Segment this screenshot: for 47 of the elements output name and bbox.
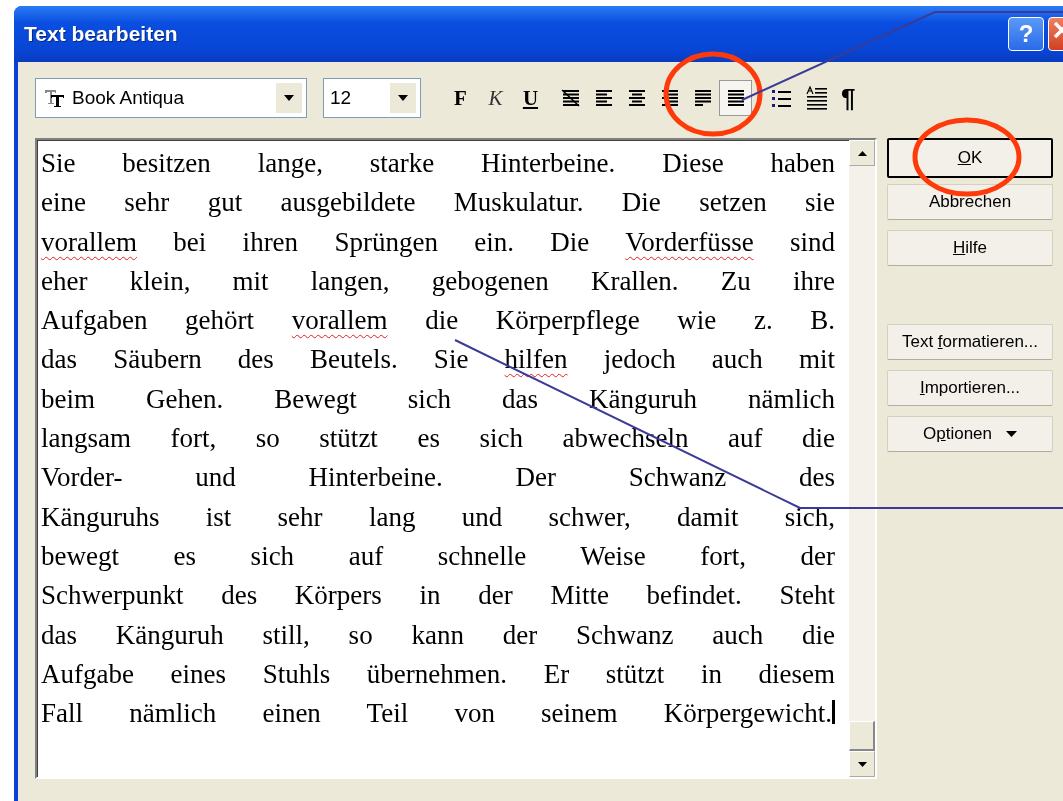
down-arrow-icon [857,761,867,767]
underline-button[interactable]: U [515,82,546,114]
dialog-button[interactable]: Text formatieren... [887,324,1053,360]
text-line: das Känguruh still, so kann der Schwanz auch die [41,618,835,652]
scrollbar[interactable] [849,140,875,777]
align-none-icon [560,89,581,107]
bullet-list-icon [771,87,793,109]
align-right-icon [659,89,680,107]
dialog-button[interactable]: OK [887,138,1053,178]
caret-icon [1006,431,1017,437]
text-line: Fall nämlich einen Teil von seinem Körpergewicht. [41,694,835,734]
italic-button[interactable]: K [480,82,511,114]
align-full-button[interactable] [719,80,752,116]
font-size: 12 [330,87,353,109]
align-full-icon [725,89,746,107]
align-justify-icon [692,89,713,107]
dialog-button[interactable]: Importieren... [887,370,1053,406]
text-line: beim Gehen. Bewegt sich das Känguruh nämlich [41,382,835,416]
truetype-icon [44,88,66,108]
text-editor[interactable] [35,138,877,779]
window-title: Text bearbeiten [23,22,179,46]
heading-lines-icon [805,86,829,110]
options-menu-button[interactable]: Optionen [887,416,1053,452]
text-line: Aufgabe eines Stuhls übernehmen. Er stützt in diesem [41,657,835,691]
font-name: Book Antiqua [72,87,185,109]
scroll-up-button[interactable] [849,140,875,166]
align-left-icon [593,89,614,107]
text-line: eine sehr gut ausgebildete Muskulatur. Die setzen sie [41,186,835,220]
pilcrow-button[interactable]: ¶ [836,79,861,117]
text-line: Sie besitzen lange, starke Hinterbeine. Diese haben [41,147,835,180]
dialog-button[interactable]: Hilfe [887,230,1053,266]
dialog-button[interactable]: Abbrechen [887,184,1053,220]
size-dropdown[interactable]: 12 [323,78,421,118]
text-line: Vorder- und Hinterbeine. Der Schwanz des [41,461,835,495]
scroll-thumb[interactable] [849,721,875,751]
font-dropdown[interactable]: Book Antiqua [35,78,307,118]
bold-button[interactable]: F [445,82,476,114]
text-line: das Säubern des Beutels. Sie hilfen jedoch auch mit [41,343,835,377]
text-line: eher klein, mit langen, gebogenen Krallen. Zu ihre [41,264,835,298]
text-line: Schwerpunkt des Körpers in der Mitte befindet. Steht [41,579,835,613]
align-center-icon [626,89,647,107]
up-arrow-icon [857,150,867,156]
text-line: Aufgaben gehört vorallem die Körperpflege wie z. B. [41,304,835,338]
text-line: bewegt es sich auf schnelle Weise fort, der [41,539,835,573]
text-line: vorallem bei ihren Sprüngen ein. Die Vorderfüsse sind [41,225,835,259]
text-line: Känguruhs ist sehr lang und schwer, damit sich, [41,500,835,534]
scroll-down-button[interactable] [849,751,875,777]
